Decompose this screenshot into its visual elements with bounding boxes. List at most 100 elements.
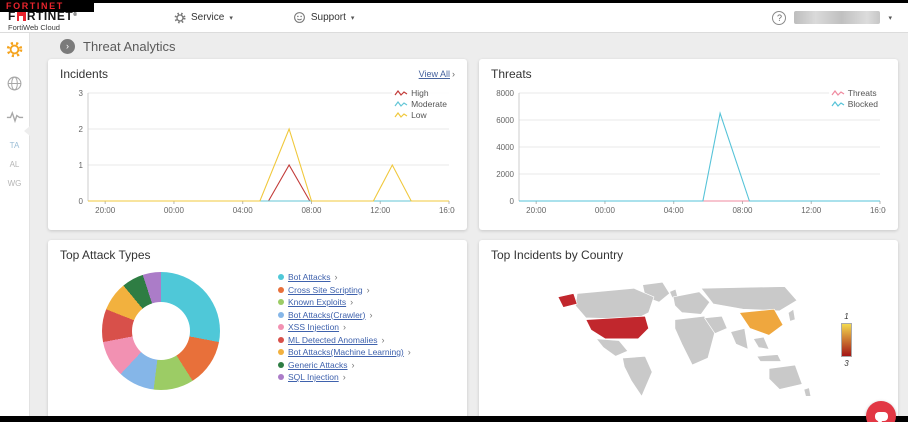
attack-type-legend-item: Bot Attacks › [278,272,411,282]
chevron-right-icon[interactable]: › [352,360,355,370]
map-region-south-america[interactable] [623,356,653,396]
chevron-right-icon[interactable]: › [350,297,353,307]
sidebar-item-wg[interactable]: WG [8,179,22,188]
settings-gear-icon[interactable] [6,41,23,63]
help-icon[interactable]: ? [772,11,786,25]
window-brand-badge: FORTINET [0,0,94,12]
legend-dot-icon [278,362,284,368]
chart-legend-item[interactable]: Threats [831,88,878,98]
legend-dot-icon [278,374,284,380]
attack-types-legend: Bot Attacks › Cross Site Scripting › Known E… [278,272,411,390]
legend-dot-icon [278,287,284,293]
svg-text:16:00: 16:00 [870,206,886,215]
scale-min-label: 1 [844,312,848,321]
svg-text:2000: 2000 [496,170,514,179]
attack-type-link[interactable]: XSS Injection [288,322,339,332]
map-country-us[interactable] [586,316,649,339]
map-region-mexico[interactable] [596,339,627,356]
chart-legend-item[interactable]: Low [394,110,447,120]
map-region-japan[interactable] [788,309,795,321]
support-caret-icon: ▾ [351,14,355,22]
legend-line-icon [394,89,408,97]
account-caret-icon[interactable]: ▾ [888,14,892,22]
support-menu[interactable]: Support ▾ [293,11,355,24]
chevron-right-icon[interactable]: › [408,347,411,357]
map-region-europe[interactable] [673,292,710,315]
svg-text:04:00: 04:00 [233,206,254,215]
window-brand-text: FORTINET [6,1,64,11]
attack-type-link[interactable]: Bot Attacks(Machine Learning) [288,347,404,357]
pulse-activity-icon[interactable] [6,109,24,129]
svg-text:00:00: 00:00 [595,206,616,215]
attack-type-legend-item: Generic Attacks › [278,360,411,370]
svg-text:08:00: 08:00 [301,206,322,215]
fortiweb-cloud-app: FORTINET FRTINET® FortiWeb Cloud Service… [0,0,908,422]
app-body: TA AL WG › Threat Analytics Incidents Vi… [0,33,908,416]
top-bar: FRTINET® FortiWeb Cloud Service ▾ Suppor… [0,3,908,33]
map-region-russia[interactable] [701,286,797,310]
attack-type-link[interactable]: Bot Attacks(Crawler) [288,310,365,320]
product-name: FortiWeb Cloud [8,23,126,32]
service-label: Service [191,12,224,23]
fortinet-logo: FRTINET® [8,11,126,22]
chevron-right-icon[interactable]: › [381,335,384,345]
service-caret-icon: ▾ [229,14,233,22]
map-region-se-asia[interactable] [753,337,769,349]
chart-legend-item[interactable]: Moderate [394,99,447,109]
attack-type-link[interactable]: Generic Attacks [288,360,348,370]
attack-types-donut-wrap [102,272,220,390]
line-chart-canvas: 0200040006000800020:0000:0004:0008:0012:… [491,85,886,217]
chart-legend-item[interactable]: Blocked [831,99,878,109]
attack-type-link[interactable]: SQL Injection [288,372,339,382]
map-region-australia[interactable] [769,365,802,389]
collapse-chevron-button[interactable]: › [60,39,75,54]
chevron-right-icon[interactable]: › [369,310,372,320]
scale-gradient-bar [841,323,852,357]
account-name-redacted[interactable] [794,11,880,24]
svg-text:8000: 8000 [496,89,514,98]
chevron-right-icon[interactable]: › [343,372,346,382]
chat-icon [875,412,888,421]
svg-text:08:00: 08:00 [732,206,753,215]
svg-text:6000: 6000 [496,116,514,125]
map-country-us-alaska[interactable] [558,293,577,307]
fortinet-gate-icon [17,12,26,21]
svg-text:20:00: 20:00 [95,206,116,215]
attack-type-link[interactable]: Cross Site Scripting [288,285,363,295]
attack-type-link[interactable]: Bot Attacks [288,272,331,282]
service-gear-icon [174,12,186,24]
chart-legend-item[interactable]: High [394,88,447,98]
left-sidebar: TA AL WG [0,33,30,416]
incidents-card: Incidents View All › HighModerateLow 012… [48,59,467,230]
chevron-right-icon[interactable]: › [367,285,370,295]
top-black-strip [0,0,908,3]
map-region-new-zealand[interactable] [804,388,811,397]
fortinet-brand: FRTINET® FortiWeb Cloud [8,11,126,32]
globe-icon[interactable] [6,75,23,97]
map-region-canada[interactable] [575,288,653,319]
attack-type-legend-item: SQL Injection › [278,372,411,382]
top-attack-types-card: Top Attack Types Bot Attacks›Cross Site … [48,240,467,416]
chevron-right-icon[interactable]: › [335,272,338,282]
map-country-cn[interactable] [739,309,783,335]
top-incidents-by-country-card: Top Incidents by Country [479,240,898,416]
incidents-chart: HighModerateLow 012320:0000:0004:0008:00… [60,85,455,217]
svg-text:4000: 4000 [496,143,514,152]
sidebar-item-threat-analytics[interactable]: TA [10,141,20,150]
svg-text:3: 3 [79,89,84,98]
threats-chart: ThreatsBlocked 0200040006000800020:0000:… [491,85,886,217]
svg-text:12:00: 12:00 [801,206,822,215]
svg-text:20:00: 20:00 [526,206,547,215]
sidebar-item-attack-logs[interactable]: AL [10,160,20,169]
map-region-india[interactable] [731,328,748,349]
attack-type-legend-item: XSS Injection › [278,322,411,332]
attack-type-link[interactable]: Known Exploits [288,297,346,307]
attack-type-link[interactable]: ML Detected Anomalies [288,335,377,345]
svg-text:16:00: 16:00 [439,206,455,215]
service-menu[interactable]: Service ▾ [174,12,233,24]
legend-dot-icon [278,349,284,355]
chevron-right-icon[interactable]: › [343,322,346,332]
threats-chart-legend: ThreatsBlocked [829,87,880,110]
map-region-indonesia[interactable] [757,355,781,362]
view-all-link[interactable]: View All › [419,69,455,79]
